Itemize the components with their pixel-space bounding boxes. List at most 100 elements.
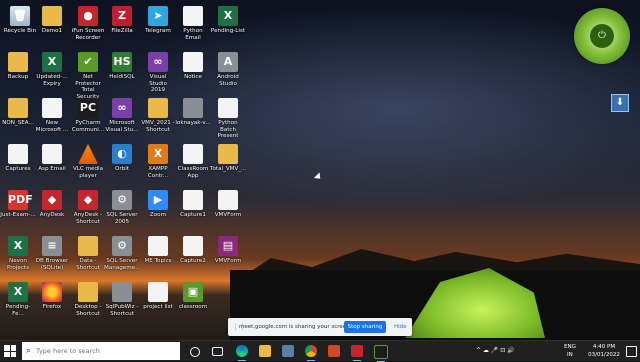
desktop-item[interactable]: Notice — [175, 52, 211, 81]
desktop-item-label: ME Topics — [144, 258, 172, 264]
desktop-item[interactable]: X Updated-... Expiry — [34, 52, 70, 87]
clock-time: 4:40 PM — [592, 344, 616, 350]
desktop-item[interactable]: ⚙ SQL Server Manageme... — [104, 236, 140, 271]
desktop-item[interactable]: Asp Email — [34, 144, 70, 173]
desktop-item[interactable]: loknayak-v... — [175, 98, 211, 127]
chrome-icon[interactable] — [305, 345, 317, 361]
desktop-item[interactable]: ✔ Net Protector Total Security — [70, 52, 106, 100]
desktop-item[interactable]: ◆ AnyDesk — [34, 190, 70, 219]
desktop-item[interactable]: PC PyCharm Communi... — [70, 98, 106, 133]
desktop-item[interactable]: New Microsoft ... — [34, 98, 70, 133]
desktop-item[interactable]: ▣ classroom — [175, 282, 211, 311]
language-indicator[interactable]: ENG IN — [564, 343, 576, 359]
clock[interactable]: 4:40 PM 03/01/2022 — [586, 343, 622, 359]
taskbar-search[interactable]: ⌕ — [22, 342, 180, 360]
excel-icon: X — [218, 6, 238, 26]
desktop-item[interactable]: ◆ AnyDesk - Shortcut — [70, 190, 106, 225]
floating-widget[interactable]: ⏻ — [574, 8, 630, 64]
desktop-item-label: Visual Studio 2019 — [149, 74, 167, 93]
pycharm-icon[interactable] — [374, 345, 388, 362]
stop-sharing-button[interactable]: Stop sharing — [344, 321, 386, 333]
hide-button[interactable]: Hide — [394, 324, 407, 330]
desktop-item[interactable]: Python Batch Present — [210, 98, 246, 140]
desktop-item[interactable]: Firefox — [34, 282, 70, 311]
windows-start-icon[interactable] — [4, 345, 16, 357]
desktop-item[interactable]: ▤ VMVForm — [210, 236, 246, 265]
folder-icon — [218, 144, 238, 164]
share-message: meet.google.com is sharing your screen. — [239, 324, 352, 330]
file-explorer-icon[interactable] — [259, 345, 271, 357]
desktop-item-label: HeidiSQL — [109, 74, 135, 80]
desktop-item[interactable]: X XAMPP Contr... — [140, 144, 176, 179]
desktop-item-label: Orbit — [114, 166, 129, 172]
system-tray-icons[interactable]: ^ ☁ 🎤 ⊡ 🔊 — [476, 341, 515, 361]
desktop-item-label: FileZilla — [111, 28, 133, 34]
desktop-item[interactable]: X Pending-Fe... — [0, 282, 36, 317]
desktop-item[interactable]: Data - Shortcut — [70, 236, 106, 271]
folder-icon — [42, 6, 62, 26]
search-input[interactable] — [36, 344, 176, 358]
region-code: IN — [567, 352, 573, 358]
desktop-item-label: Net Protector Total Security — [75, 74, 101, 100]
desktop-item[interactable]: ◐ Orbit — [104, 144, 140, 173]
download-icon[interactable]: ⬇ — [611, 94, 629, 112]
desktop-item[interactable]: ME Topics — [140, 236, 176, 265]
desktop-item-label: Total_VMV_... — [210, 166, 247, 172]
desktop-item[interactable]: Z FileZilla — [104, 6, 140, 35]
desktop-item[interactable]: Backup — [0, 52, 36, 81]
app-icon[interactable] — [282, 345, 294, 357]
desktop-item[interactable]: ● iFun Screen Recorder — [70, 6, 106, 41]
desktop-item[interactable]: Total_VMV_... — [210, 144, 246, 173]
desktop-item[interactable]: Demo1 — [34, 6, 70, 35]
desktop-item[interactable]: ClassRoom App — [175, 144, 211, 179]
desktop-item-label: VMV_2021 - Shortcut — [141, 120, 175, 133]
desktop-item[interactable]: Desktop - Shortcut — [70, 282, 106, 317]
desktop-item[interactable]: ➤ Telegram — [140, 6, 176, 35]
excel-icon: X — [8, 282, 28, 302]
desktop-item[interactable]: SqlPubWiz - Shortcut — [104, 282, 140, 317]
desktop-item[interactable]: project list — [140, 282, 176, 311]
edge-icon[interactable] — [236, 345, 248, 361]
cortana-icon[interactable] — [190, 347, 200, 357]
desktop-item[interactable]: NON_SEA... — [0, 98, 36, 127]
image-icon — [183, 190, 203, 210]
desktop-item[interactable]: VLC media player — [70, 144, 106, 179]
vs-code-icon: ∞ — [112, 98, 132, 118]
notification-icon[interactable] — [626, 346, 637, 357]
task-view-icon[interactable] — [212, 347, 223, 356]
desktop-item[interactable]: ▶ Zoom — [140, 190, 176, 219]
desktop-item[interactable]: X Pending-List — [210, 6, 246, 35]
desktop-item[interactable]: VMV_2021 - Shortcut — [140, 98, 176, 133]
sqlpubwiz-icon — [112, 282, 132, 302]
desktop-item[interactable]: Captures — [0, 144, 36, 173]
powerpoint-icon[interactable] — [328, 345, 340, 357]
recorder-icon[interactable] — [351, 345, 363, 361]
desktop-item[interactable]: X Nevon Projects — [0, 236, 36, 271]
android-studio-icon: A — [218, 52, 238, 72]
desktop-item-label: ClassRoom App — [177, 166, 209, 179]
desktop-item[interactable]: VMVForm — [210, 190, 246, 219]
excel-icon: X — [42, 52, 62, 72]
visual-studio-icon: ∞ — [148, 52, 168, 72]
anydesk-icon: ◆ — [78, 190, 98, 210]
desktop-item[interactable]: A Android Studio — [210, 52, 246, 87]
desktop-item[interactable]: ≡ DB Browser (SQLite) — [34, 236, 70, 271]
desktop-item-label: Notice — [184, 74, 202, 80]
antivirus-icon: ✔ — [78, 52, 98, 72]
desktop-item[interactable]: ∞ Visual Studio 2019 — [140, 52, 176, 94]
desktop-item-label: Capture2 — [180, 258, 206, 264]
document-icon — [148, 282, 168, 302]
power-icon: ⏻ — [590, 24, 614, 48]
desktop-item[interactable]: Capture1 — [175, 190, 211, 219]
desktop-item[interactable]: HS HeidiSQL — [104, 52, 140, 81]
desktop-item[interactable]: Capture2 — [175, 236, 211, 265]
desktop-item-label: DB Browser (SQLite) — [35, 258, 69, 271]
desktop-item[interactable]: Python Email — [175, 6, 211, 41]
desktop-item[interactable]: 🗑 Recycle Bin — [2, 6, 38, 35]
desktop-item[interactable]: PDF Just-Exam-... — [0, 190, 36, 219]
desktop-item[interactable]: ⚙ SQL Server 2005 — [104, 190, 140, 225]
desktop-item[interactable]: ∞ Microsoft Visual Stu... — [104, 98, 140, 133]
desktop-item-label: Desktop - Shortcut — [74, 304, 102, 317]
document-icon — [42, 98, 62, 118]
folder-shortcut-icon — [78, 236, 98, 256]
